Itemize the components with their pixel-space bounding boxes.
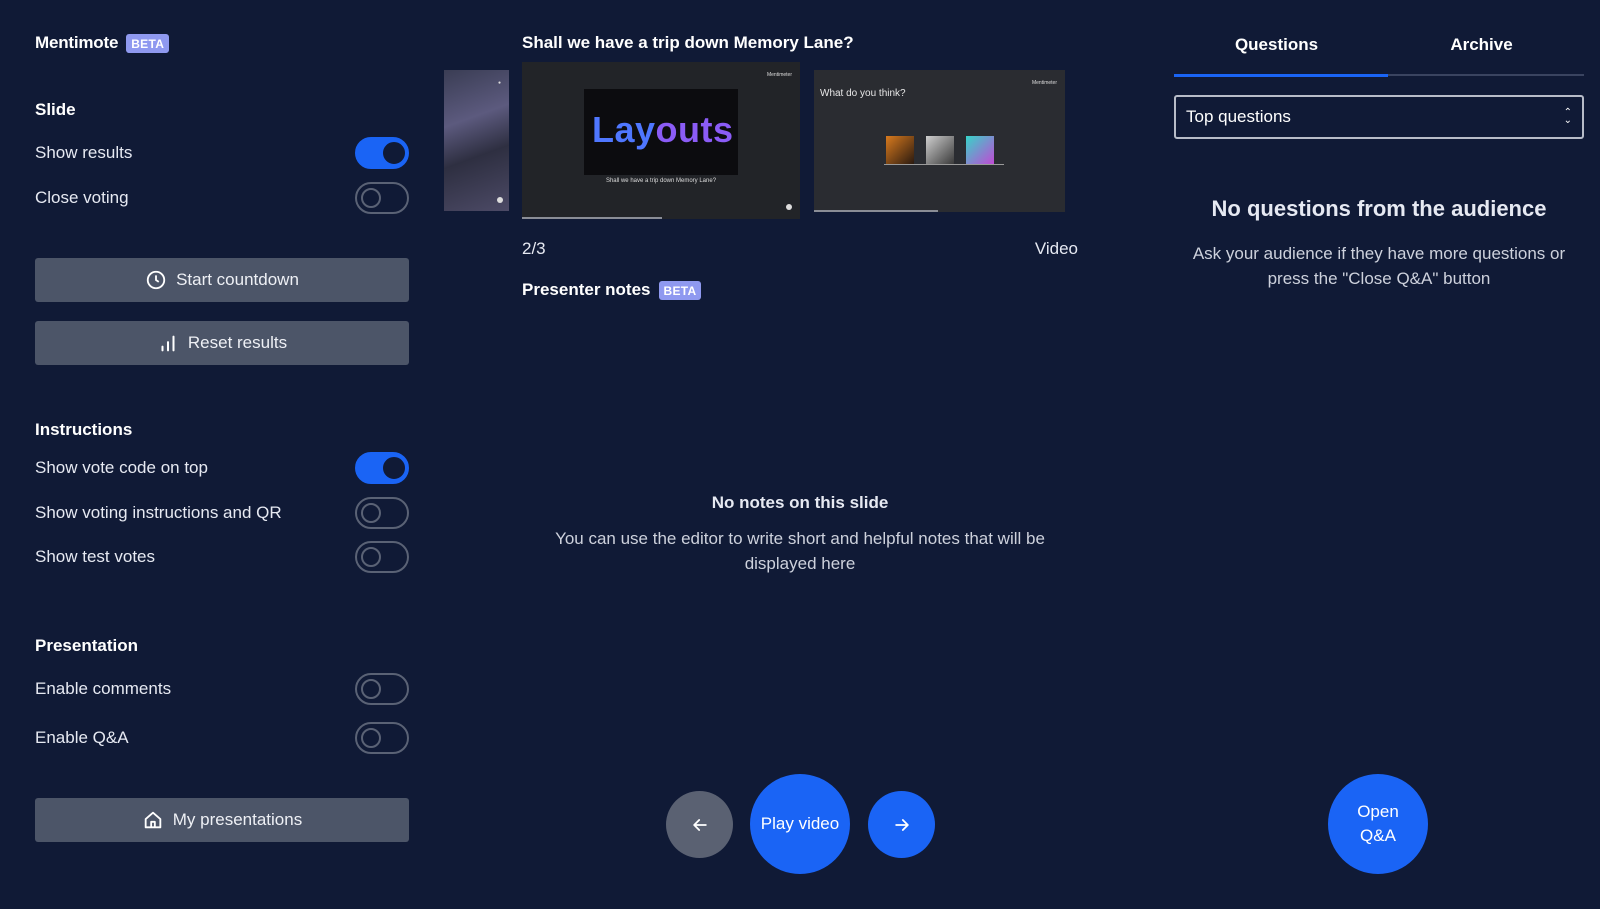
mentimeter-logo: Mentimeter xyxy=(1031,80,1057,86)
presenter-notes-title: Presenter notes xyxy=(522,280,651,299)
toggle-knob xyxy=(361,547,381,567)
play-video-button[interactable]: Play video xyxy=(750,774,850,874)
previous-slide-thumbnail[interactable]: ● xyxy=(444,70,509,211)
arrow-right-icon xyxy=(894,818,909,831)
close-voting-toggle[interactable] xyxy=(355,182,409,214)
clock-icon xyxy=(146,270,166,290)
arrow-left-icon xyxy=(692,818,707,831)
play-video-label: Play video xyxy=(760,814,840,833)
question-sort-select[interactable]: Top questions ⌃ ⌄ xyxy=(1174,95,1584,139)
section-title-instructions: Instructions xyxy=(35,420,133,439)
video-preview: Layouts xyxy=(584,89,738,175)
video-progress xyxy=(522,217,662,219)
presenter-notes-header: Presenter notes BETA xyxy=(522,280,702,300)
notes-empty-title: No notes on this slide xyxy=(711,493,889,512)
show-vote-code-row: Show vote code on top xyxy=(35,451,409,485)
chart-baseline xyxy=(884,164,1004,165)
choice-image xyxy=(966,136,994,164)
app-name: Mentimote xyxy=(35,33,119,52)
previous-slide-button[interactable] xyxy=(666,791,733,858)
enable-comments-toggle[interactable] xyxy=(355,673,409,705)
toggle-knob xyxy=(361,503,381,523)
mentimeter-logo: Mentimeter xyxy=(766,72,792,78)
bar-chart-icon xyxy=(161,335,175,352)
reset-results-button[interactable]: Reset results xyxy=(35,321,409,365)
layouts-word-a: Lay xyxy=(592,109,656,150)
slide-title: Shall we have a trip down Memory Lane? xyxy=(522,33,854,52)
toggle-knob xyxy=(383,457,405,479)
current-slide-thumbnail[interactable]: Mentimeter Layouts Shall we have a trip … xyxy=(522,62,800,219)
open-qa-button[interactable]: Open Q&A xyxy=(1328,774,1428,874)
enable-comments-row: Enable comments xyxy=(35,672,409,706)
enable-qa-row: Enable Q&A xyxy=(35,721,409,755)
play-dot xyxy=(786,204,792,210)
show-voting-instructions-toggle[interactable] xyxy=(355,497,409,529)
choice-image xyxy=(926,136,954,164)
show-vote-code-label: Show vote code on top xyxy=(35,458,208,477)
thumb-caption: Shall we have a trip down Memory Lane? xyxy=(605,178,717,184)
next-slide-button[interactable] xyxy=(868,791,935,858)
my-presentations-button[interactable]: My presentations xyxy=(35,798,409,842)
slide-counter: 2/3 xyxy=(522,239,546,258)
qa-tabs: Questions Archive xyxy=(1174,30,1584,77)
show-test-votes-toggle[interactable] xyxy=(355,541,409,573)
play-dot xyxy=(497,197,503,203)
layouts-title: Layouts xyxy=(592,109,734,151)
beta-badge: BETA xyxy=(126,33,170,53)
toggle-knob xyxy=(361,188,381,208)
question-sort-value: Top questions xyxy=(1186,107,1291,126)
home-icon xyxy=(144,811,162,829)
settings-panel: Mentimote BETA Slide Show results Close … xyxy=(35,0,409,909)
show-results-toggle[interactable] xyxy=(355,137,409,169)
show-voting-instructions-row: Show voting instructions and QR xyxy=(35,496,409,530)
tab-questions[interactable]: Questions xyxy=(1174,30,1379,77)
questions-empty-title: No questions from the audience xyxy=(1211,196,1547,221)
next-slide-title: What do you think? xyxy=(820,88,906,99)
slide-progress xyxy=(814,210,938,212)
tab-archive[interactable]: Archive xyxy=(1379,30,1584,77)
enable-comments-label: Enable comments xyxy=(35,679,172,698)
reset-results-label: Reset results xyxy=(187,333,288,352)
slide-type: Video xyxy=(1034,239,1078,258)
close-voting-label: Close voting xyxy=(35,188,129,207)
section-title-presentation: Presentation xyxy=(35,636,138,655)
mini-logo: ● xyxy=(497,80,501,86)
show-vote-code-toggle[interactable] xyxy=(355,452,409,484)
toggle-knob xyxy=(361,679,381,699)
section-title-slide: Slide xyxy=(35,100,76,119)
show-results-row: Show results xyxy=(35,136,409,170)
my-presentations-label: My presentations xyxy=(172,810,303,829)
choice-image xyxy=(886,136,914,164)
show-test-votes-label: Show test votes xyxy=(35,547,156,566)
show-test-votes-row: Show test votes xyxy=(35,540,409,574)
next-slide-thumbnail[interactable]: Mentimeter What do you think? xyxy=(814,70,1065,212)
notes-empty-text: You can use the editor to write short an… xyxy=(555,529,1045,573)
show-results-label: Show results xyxy=(35,143,133,162)
questions-empty-text: Ask your audience if they have more ques… xyxy=(1192,244,1566,288)
chevron-up-down-icon: ⌃ ⌄ xyxy=(1563,107,1572,126)
layouts-word-b: outs xyxy=(655,109,734,150)
show-voting-instructions-label: Show voting instructions and QR xyxy=(35,503,282,522)
enable-qa-label: Enable Q&A xyxy=(35,728,129,747)
toggle-knob xyxy=(383,142,405,164)
start-countdown-button[interactable]: Start countdown xyxy=(35,258,409,302)
active-tab-indicator xyxy=(1174,74,1388,77)
open-qa-label: Open Q&A xyxy=(1357,802,1399,845)
image-choices xyxy=(886,136,994,164)
close-voting-row: Close voting xyxy=(35,181,409,215)
beta-badge: BETA xyxy=(658,280,702,300)
enable-qa-toggle[interactable] xyxy=(355,722,409,754)
toggle-knob xyxy=(361,728,381,748)
start-countdown-label: Start countdown xyxy=(176,270,299,289)
brand: Mentimote BETA xyxy=(35,33,170,53)
